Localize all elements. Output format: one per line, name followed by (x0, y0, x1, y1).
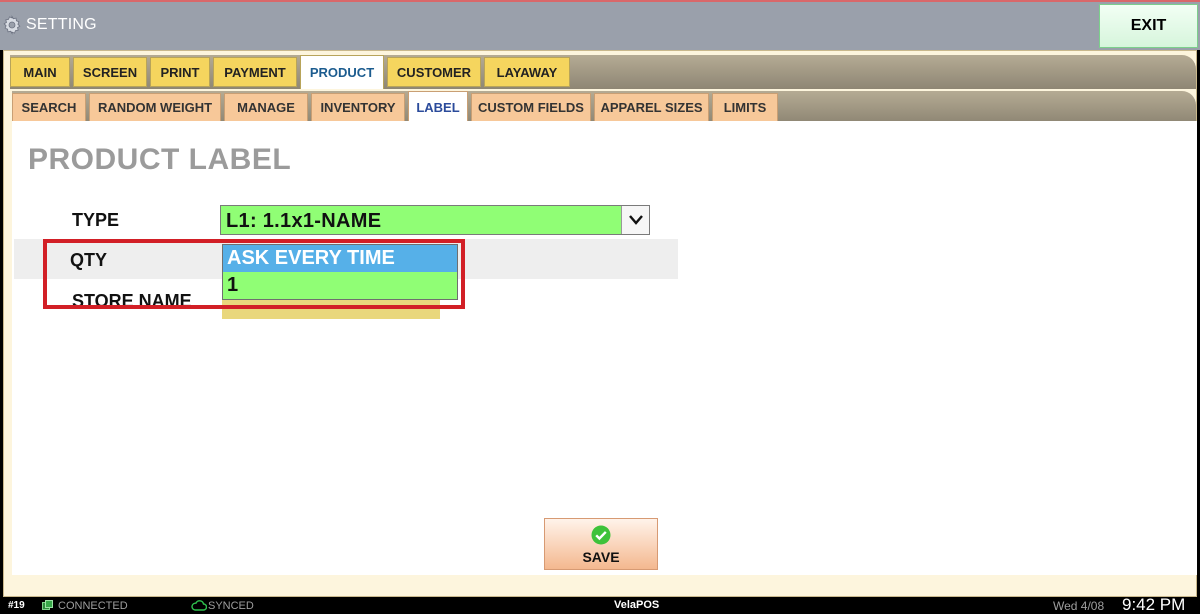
status-bar: #19 CONNECTED SYNCED VelaPOS Wed 4/08 9:… (0, 595, 1200, 614)
connection-status: CONNECTED (58, 600, 128, 612)
tab-product[interactable]: PRODUCT (300, 55, 384, 89)
subtab-search[interactable]: SEARCH (12, 93, 86, 122)
type-select-toggle[interactable] (621, 206, 649, 234)
main-tab-bar: MAIN SCREEN PRINT PAYMENT PRODUCT CUSTOM… (10, 55, 1196, 89)
sub-tab-bar: SEARCH RANDOM WEIGHT MANAGE INVENTORY LA… (12, 91, 1196, 123)
subtab-inventory[interactable]: INVENTORY (311, 93, 405, 122)
title-bar: SETTING EXIT (0, 0, 1200, 50)
window-title: SETTING (26, 16, 97, 33)
save-button-label: SAVE (582, 549, 620, 565)
save-button[interactable]: SAVE (544, 518, 658, 570)
tab-print[interactable]: PRINT (150, 57, 210, 87)
sync-status: SYNCED (208, 600, 254, 612)
subtab-manage[interactable]: MANAGE (224, 93, 308, 122)
cloud-icon (191, 600, 207, 611)
chevron-down-icon (628, 215, 643, 225)
brand-label: VelaPOS (614, 599, 660, 611)
subtab-custom-fields[interactable]: CUSTOM FIELDS (471, 93, 591, 122)
page-title: PRODUCT LABEL (28, 143, 292, 176)
tab-main[interactable]: MAIN (10, 57, 70, 87)
type-label: TYPE (72, 210, 120, 230)
connected-icon (42, 600, 53, 610)
tab-layaway[interactable]: LAYAWAY (484, 57, 570, 87)
tab-customer[interactable]: CUSTOMER (387, 57, 481, 87)
type-select[interactable]: L1: 1.1x1-NAME (220, 205, 650, 235)
exit-button[interactable]: EXIT (1099, 4, 1198, 48)
check-circle-icon (591, 525, 611, 545)
subtab-random-weight[interactable]: RANDOM WEIGHT (89, 93, 221, 122)
station-number: #19 (8, 600, 25, 611)
settings-panel: MAIN SCREEN PRINT PAYMENT PRODUCT CUSTOM… (3, 50, 1197, 597)
label-settings-content (12, 121, 1197, 575)
type-select-value: L1: 1.1x1-NAME (226, 210, 382, 232)
gear-icon (3, 15, 21, 35)
tab-payment[interactable]: PAYMENT (213, 57, 297, 87)
subtab-limits[interactable]: LIMITS (712, 93, 778, 122)
highlight-box (43, 239, 465, 309)
status-time: 9:42 PM (1122, 595, 1186, 614)
tab-screen[interactable]: SCREEN (73, 57, 147, 87)
subtab-apparel-sizes[interactable]: APPAREL SIZES (594, 93, 709, 122)
subtab-label[interactable]: LABEL (408, 91, 468, 123)
status-date: Wed 4/08 (1053, 599, 1105, 613)
